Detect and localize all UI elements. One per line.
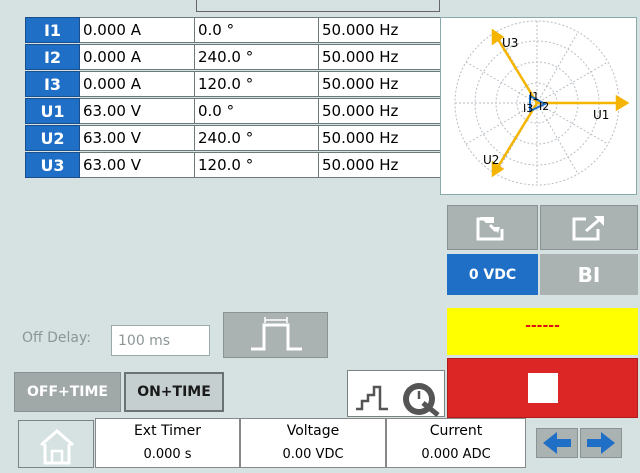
stop-button[interactable] bbox=[447, 358, 638, 418]
vdc-button[interactable]: 0 VDC bbox=[447, 254, 538, 295]
bar-chart-icon bbox=[356, 383, 440, 417]
table-row: U2 63.00 V 240.0 ° 50.000 Hz bbox=[25, 125, 443, 151]
prev-button[interactable] bbox=[536, 428, 578, 458]
table-row: I1 0.000 A 0.0 ° 50.000 Hz bbox=[25, 17, 443, 43]
magnitude-field[interactable]: 0.000 A bbox=[79, 44, 195, 70]
magnitude-field[interactable]: 63.00 V bbox=[79, 152, 195, 178]
next-button[interactable] bbox=[580, 428, 622, 458]
frequency-field[interactable]: 50.000 Hz bbox=[318, 71, 443, 97]
ext-timer-title: Ext Timer bbox=[133, 423, 202, 439]
channel-table: I1 0.000 A 0.0 ° 50.000 Hz I2 0.000 A 24… bbox=[25, 17, 443, 178]
arrow-left-icon bbox=[543, 432, 571, 454]
channel-label-u1: U1 bbox=[25, 98, 80, 124]
import-button[interactable] bbox=[447, 205, 538, 250]
u1-label: U1 bbox=[593, 108, 609, 122]
i2-label: I2 bbox=[539, 100, 549, 113]
arrow-right-icon bbox=[587, 432, 615, 454]
table-row: U1 63.00 V 0.0 ° 50.000 Hz bbox=[25, 98, 443, 124]
voltage-display: Voltage 0.00 VDC bbox=[240, 418, 386, 468]
i3-label: I3 bbox=[523, 102, 533, 115]
voltage-value: 0.00 VDC bbox=[282, 447, 344, 462]
top-tab-strip bbox=[196, 0, 440, 12]
channel-label-u3: U3 bbox=[25, 152, 80, 178]
current-value: 0.000 ADC bbox=[421, 447, 491, 462]
current-title: Current bbox=[429, 423, 483, 439]
channel-label-i3: I3 bbox=[25, 71, 80, 97]
mode-off-time-button[interactable]: OFF+TIME bbox=[14, 372, 121, 412]
phase-field[interactable]: 240.0 ° bbox=[194, 44, 319, 70]
frequency-field[interactable]: 50.000 Hz bbox=[318, 44, 443, 70]
import-icon bbox=[476, 216, 503, 240]
magnitude-field[interactable]: 63.00 V bbox=[79, 98, 195, 124]
status-text: ------ bbox=[525, 318, 560, 334]
magnitude-field[interactable]: 0.000 A bbox=[79, 71, 195, 97]
off-delay-label: Off Delay: bbox=[22, 330, 91, 346]
voltage-title: Voltage bbox=[286, 423, 340, 439]
export-button[interactable] bbox=[540, 205, 638, 250]
home-icon bbox=[40, 429, 74, 465]
u2-label: U2 bbox=[483, 153, 499, 167]
frequency-field[interactable]: 50.000 Hz bbox=[318, 125, 443, 151]
pulse-icon bbox=[251, 317, 302, 351]
vector-diagram-svg: U1 U3 U2 I1 I2 I3 bbox=[454, 20, 630, 186]
u3-arrowhead bbox=[491, 28, 505, 46]
bi-button[interactable]: BI bbox=[540, 254, 638, 295]
phase-field[interactable]: 0.0 ° bbox=[194, 17, 319, 43]
vector-diagram[interactable]: U1 U3 U2 I1 I2 I3 bbox=[440, 17, 637, 195]
status-indicator: ------ bbox=[447, 308, 638, 355]
phase-field[interactable]: 120.0 ° bbox=[194, 152, 319, 178]
export-icon bbox=[572, 215, 604, 240]
table-row: I2 0.000 A 240.0 ° 50.000 Hz bbox=[25, 44, 443, 70]
ext-timer-display: Ext Timer 0.000 s bbox=[95, 418, 240, 468]
stop-icon bbox=[527, 373, 558, 403]
mode-on-time-button[interactable]: ON+TIME bbox=[124, 372, 224, 412]
channel-label-i1: I1 bbox=[25, 17, 80, 43]
channel-label-i2: I2 bbox=[25, 44, 80, 70]
off-delay-input[interactable]: 100 ms bbox=[111, 325, 210, 356]
phase-field[interactable]: 120.0 ° bbox=[194, 71, 319, 97]
home-button[interactable] bbox=[18, 420, 94, 468]
channel-label-u2: U2 bbox=[25, 125, 80, 151]
magnitude-field[interactable]: 0.000 A bbox=[79, 17, 195, 43]
phase-field[interactable]: 240.0 ° bbox=[194, 125, 319, 151]
current-display: Current 0.000 ADC bbox=[386, 418, 526, 468]
bar-chart-timer-button[interactable] bbox=[347, 370, 445, 417]
table-row: I3 0.000 A 120.0 ° 50.000 Hz bbox=[25, 71, 443, 97]
frequency-field[interactable]: 50.000 Hz bbox=[318, 17, 443, 43]
phase-field[interactable]: 0.0 ° bbox=[194, 98, 319, 124]
ext-timer-value: 0.000 s bbox=[143, 447, 192, 462]
pulse-button[interactable] bbox=[223, 312, 328, 358]
magnitude-field[interactable]: 63.00 V bbox=[79, 125, 195, 151]
frequency-field[interactable]: 50.000 Hz bbox=[318, 152, 443, 178]
u1-arrowhead bbox=[615, 94, 630, 112]
table-row: U3 63.00 V 120.0 ° 50.000 Hz bbox=[25, 152, 443, 178]
frequency-field[interactable]: 50.000 Hz bbox=[318, 98, 443, 124]
u3-label: U3 bbox=[502, 36, 518, 50]
